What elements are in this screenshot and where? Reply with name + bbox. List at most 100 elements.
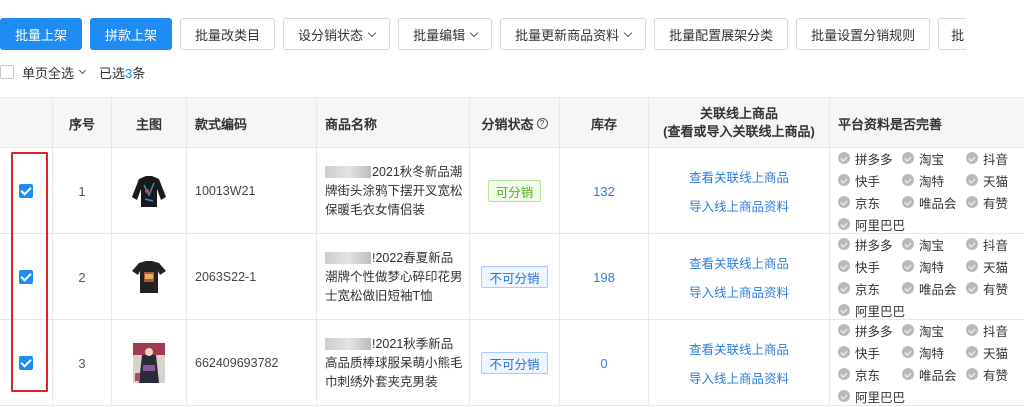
platform-item: 淘宝 bbox=[902, 149, 966, 168]
check-circle-icon bbox=[838, 152, 850, 164]
product-thumbnail[interactable] bbox=[111, 234, 186, 320]
distribution-status-cell: 可分销 bbox=[469, 148, 559, 234]
batch-update-product-info-dropdown[interactable]: 批量更新商品资料 bbox=[500, 18, 647, 50]
header-linked-products: 关联线上商品 (查看或导入关联线上商品) bbox=[648, 98, 829, 148]
check-circle-icon bbox=[966, 324, 978, 336]
batch-listing-button[interactable]: 批量上架 bbox=[0, 18, 83, 50]
platform-item: 阿里巴巴 bbox=[838, 387, 905, 406]
platform-completeness-cell: 拼多多 淘宝 抖音 快手 淘特 天猫 京东 唯品会 有赞 阿里巴巴 bbox=[829, 234, 1024, 320]
platform-item: 京东 bbox=[838, 279, 902, 298]
platform-item: 唯品会 bbox=[902, 193, 966, 212]
highlight-box bbox=[11, 152, 48, 392]
header-name: 商品名称 bbox=[316, 98, 469, 148]
check-circle-icon bbox=[838, 218, 850, 230]
product-name: !2021秋季新品高品质棒球服呆萌小熊毛巾刺绣外套夹克男装 bbox=[325, 336, 463, 389]
table-row: 1 10013W21 2021秋冬新品潮牌街头涂鸦下摆开叉宽松保暖毛衣女情侣装 … bbox=[0, 148, 1024, 234]
import-product-info-link[interactable]: 导入线上商品资料 bbox=[689, 196, 789, 215]
check-circle-icon bbox=[838, 368, 850, 380]
batch-config-shelf-category-button[interactable]: 批量配置展架分类 bbox=[654, 18, 789, 50]
check-circle-icon bbox=[966, 368, 978, 380]
platform-item: 唯品会 bbox=[902, 365, 966, 384]
batch-edit-dropdown[interactable]: 批量编辑 bbox=[398, 18, 493, 50]
check-circle-icon bbox=[902, 346, 914, 358]
check-circle-icon bbox=[838, 304, 850, 316]
header-platform-completeness: 平台资料是否完善 bbox=[829, 98, 1024, 148]
platform-item: 淘特 bbox=[902, 343, 966, 362]
stock-value[interactable]: 0 bbox=[559, 320, 648, 406]
platform-item: 抖音 bbox=[966, 235, 1024, 254]
check-circle-icon bbox=[966, 346, 978, 358]
select-page-checkbox[interactable] bbox=[0, 65, 14, 79]
product-image[interactable] bbox=[131, 343, 167, 383]
batch-change-category-button[interactable]: 批量改类目 bbox=[180, 18, 276, 50]
platform-item: 天猫 bbox=[966, 343, 1024, 362]
table-row: 3 662409693782 !2021秋季新品高品质棒球服呆萌小熊毛巾刺绣外套… bbox=[0, 320, 1024, 406]
combine-listing-button[interactable]: 拼款上架 bbox=[90, 18, 173, 50]
linked-products-cell: 查看关联线上商品 导入线上商品资料 bbox=[648, 234, 829, 320]
platform-item: 拼多多 bbox=[838, 149, 902, 168]
product-name-cell: 2021秋冬新品潮牌街头涂鸦下摆开叉宽松保暖毛衣女情侣装 bbox=[316, 148, 469, 234]
product-thumbnail[interactable] bbox=[111, 148, 186, 234]
product-thumbnail[interactable] bbox=[111, 320, 186, 406]
header-image: 主图 bbox=[111, 98, 186, 148]
table-header: 序号 主图 款式编码 商品名称 分销状态? 库存 关联线上商品 (查看或导入关联线… bbox=[0, 98, 1024, 148]
select-page-label[interactable]: 单页全选 bbox=[22, 63, 74, 82]
check-circle-icon bbox=[838, 260, 850, 272]
platform-item: 淘特 bbox=[902, 257, 966, 276]
selected-count-text: 已选3条 bbox=[99, 65, 146, 81]
header-code: 款式编码 bbox=[186, 98, 316, 148]
platform-item: 京东 bbox=[838, 365, 902, 384]
import-product-info-link[interactable]: 导入线上商品资料 bbox=[689, 368, 789, 387]
view-linked-products-link[interactable]: 查看关联线上商品 bbox=[689, 167, 789, 186]
header-checkbox-column bbox=[0, 98, 52, 148]
import-product-info-link[interactable]: 导入线上商品资料 bbox=[689, 282, 789, 301]
row-index: 3 bbox=[52, 320, 111, 406]
view-linked-products-link[interactable]: 查看关联线上商品 bbox=[689, 253, 789, 272]
platform-item: 淘宝 bbox=[902, 321, 966, 340]
overflow-button[interactable]: 批 bbox=[938, 18, 967, 50]
check-circle-icon bbox=[838, 174, 850, 186]
platform-item: 阿里巴巴 bbox=[838, 215, 905, 234]
question-icon[interactable]: ? bbox=[536, 117, 548, 129]
platform-item: 淘特 bbox=[902, 171, 966, 190]
batch-set-distribution-rules-button[interactable]: 批量设置分销规则 bbox=[796, 18, 931, 50]
platform-item: 抖音 bbox=[966, 321, 1024, 340]
check-circle-icon bbox=[902, 282, 914, 294]
check-circle-icon bbox=[902, 174, 914, 186]
check-circle-icon bbox=[838, 238, 850, 250]
linked-products-cell: 查看关联线上商品 导入线上商品资料 bbox=[648, 148, 829, 234]
chevron-down-icon[interactable] bbox=[78, 66, 87, 75]
linked-products-cell: 查看关联线上商品 导入线上商品资料 bbox=[648, 320, 829, 406]
set-distribution-status-dropdown[interactable]: 设分销状态 bbox=[283, 18, 391, 50]
platform-completeness-cell: 拼多多 淘宝 抖音 快手 淘特 天猫 京东 唯品会 有赞 阿里巴巴 bbox=[829, 320, 1024, 406]
stock-value[interactable]: 132 bbox=[559, 148, 648, 234]
row-index: 1 bbox=[52, 148, 111, 234]
platform-item: 有赞 bbox=[966, 193, 1024, 212]
check-circle-icon bbox=[902, 260, 914, 272]
stock-value[interactable]: 198 bbox=[559, 234, 648, 320]
view-linked-products-link[interactable]: 查看关联线上商品 bbox=[689, 339, 789, 358]
platform-item: 拼多多 bbox=[838, 321, 902, 340]
check-circle-icon bbox=[902, 324, 914, 336]
product-name: 2021秋冬新品潮牌街头涂鸦下摆开叉宽松保暖毛衣女情侣装 bbox=[325, 164, 463, 217]
check-circle-icon bbox=[838, 324, 850, 336]
platform-item: 快手 bbox=[838, 343, 902, 362]
distribution-status-tag: 可分销 bbox=[487, 180, 542, 202]
platform-item: 天猫 bbox=[966, 257, 1024, 276]
distribution-status-cell: 不可分销 bbox=[469, 320, 559, 406]
platform-item: 天猫 bbox=[966, 171, 1024, 190]
check-circle-icon bbox=[838, 282, 850, 294]
distribution-status-tag: 不可分销 bbox=[481, 266, 548, 288]
product-image[interactable] bbox=[131, 171, 167, 211]
check-circle-icon bbox=[838, 346, 850, 358]
table-row: 2 2063S22-1 !2022春夏新品潮牌个性做梦心碎印花男士宽松做旧短袖T… bbox=[0, 234, 1024, 320]
style-code: 2063S22-1 bbox=[186, 234, 316, 320]
platform-item: 快手 bbox=[838, 171, 902, 190]
product-table: 序号 主图 款式编码 商品名称 分销状态? 库存 关联线上商品 (查看或导入关联线… bbox=[0, 97, 1024, 406]
platform-item: 阿里巴巴 bbox=[838, 301, 905, 320]
chevron-down-icon bbox=[469, 28, 479, 37]
check-circle-icon bbox=[966, 196, 978, 208]
product-image[interactable] bbox=[131, 257, 167, 297]
toolbar: 批量上架 拼款上架 批量改类目 设分销状态 批量编辑 批量更新商品资料 批量配置… bbox=[0, 18, 967, 50]
style-code: 662409693782 bbox=[186, 320, 316, 406]
